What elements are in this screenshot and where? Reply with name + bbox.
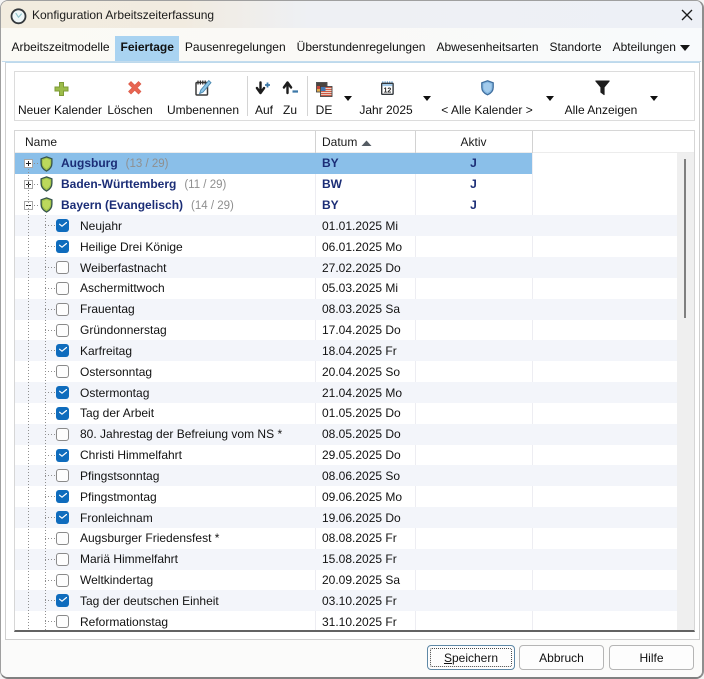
svg-text:12: 12 <box>384 88 392 95</box>
